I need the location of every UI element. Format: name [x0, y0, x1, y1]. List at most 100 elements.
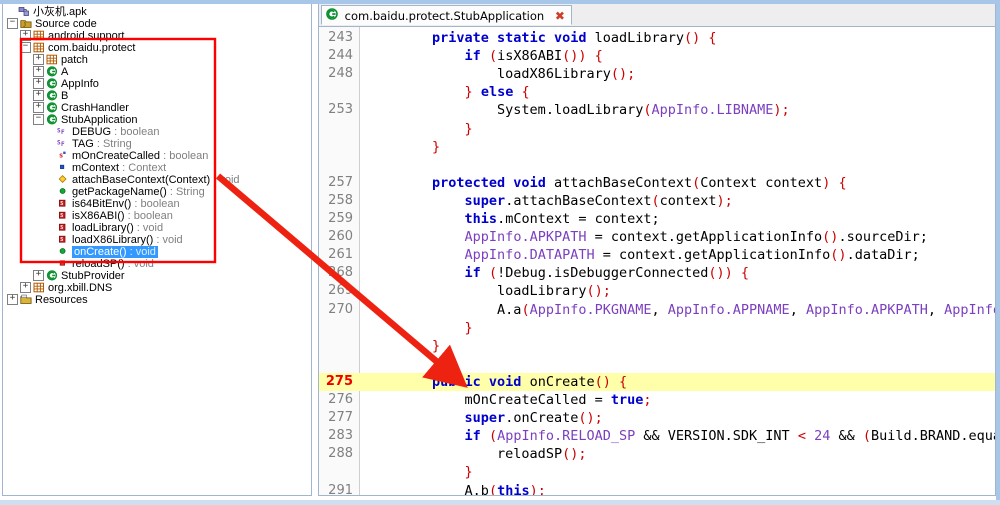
code-line[interactable]: 276 mOnCreateCalled = true;	[319, 391, 995, 409]
tree-guide	[46, 175, 55, 184]
svg-text:S: S	[60, 225, 63, 231]
code-line[interactable]: 261 AppInfo.DATAPATH = context.getApplic…	[319, 246, 995, 264]
source-tree-panel[interactable]: 小灰机.apk − J Source code + android.support − com…	[2, 4, 312, 496]
tree-guide	[46, 187, 55, 196]
code-line[interactable]: 258 super.attachBaseContext(context);	[319, 192, 995, 210]
code-line[interactable]	[319, 355, 995, 373]
tree-node-oncreate[interactable]: onCreate() : void	[3, 246, 158, 258]
tree-node-com-baidu-protect[interactable]: − com.baidu.protect	[3, 41, 135, 54]
tree-node-label: org.xbill.DNS	[48, 282, 113, 294]
expand-icon[interactable]: +	[33, 53, 44, 65]
code-line[interactable]: 244 if (isX86ABI()) {	[319, 47, 995, 65]
tree-node-label: Resources	[35, 294, 88, 306]
tree-node-attachbasecontext-context[interactable]: attachBaseContext(Context) : void	[3, 174, 240, 186]
code-line[interactable]: }	[319, 337, 995, 355]
code-line[interactable]: 257 protected void attachBaseContext(Con…	[319, 174, 995, 192]
expand-icon[interactable]: +	[33, 269, 44, 281]
tree-node-label: mOnCreateCalled : boolean	[72, 150, 209, 162]
code-line[interactable]: 277 super.onCreate();	[319, 409, 995, 427]
line-number: 253	[328, 102, 353, 118]
field-icon	[57, 162, 69, 173]
tree-node-label: reloadSP() : void	[72, 258, 154, 270]
code-text: if (isX86ABI()) {	[464, 48, 603, 65]
svg-text:F: F	[61, 141, 65, 148]
code-line[interactable]: 248 loadX86Library();	[319, 65, 995, 83]
tree-node-isx86abi[interactable]: SisX86ABI() : boolean	[3, 210, 173, 222]
tree-node-stubapplication[interactable]: − StubApplication	[3, 113, 137, 126]
code-line[interactable]: }	[319, 319, 995, 337]
line-number: 276	[328, 392, 353, 407]
tree-guide	[46, 163, 55, 172]
package-icon	[33, 30, 45, 41]
code-line[interactable]	[319, 156, 995, 174]
tree-node-label: mContext : Context	[72, 162, 167, 174]
tree-guide	[7, 7, 16, 16]
code-line[interactable]: 275 public void onCreate() {	[319, 372, 995, 391]
code-text: }	[464, 319, 473, 336]
tree-node-label: Source code	[35, 18, 97, 30]
tree-node-source-code[interactable]: − J Source code	[3, 17, 97, 30]
private-method-icon	[57, 258, 69, 269]
class-icon	[46, 89, 58, 101]
code-line[interactable]: 291 A.b(this);	[319, 482, 995, 496]
code-line[interactable]: }	[319, 138, 995, 156]
code-line[interactable]: 260 AppInfo.APKPATH = context.getApplica…	[319, 228, 995, 246]
code-line[interactable]: }	[319, 120, 995, 138]
code-line[interactable]: 243 private static void loadLibrary() {	[319, 29, 995, 47]
app-window: 小灰机.apk − J Source code + android.support − com…	[0, 0, 1000, 505]
tree-node-org-xbill-dns[interactable]: + org.xbill.DNS	[3, 281, 113, 294]
tree-node-loadx86library[interactable]: SloadX86Library() : void	[3, 234, 183, 246]
code-text: loadX86Library();	[497, 66, 636, 83]
collapse-icon[interactable]: −	[20, 41, 31, 53]
tree-node-debug[interactable]: S F DEBUG : boolean	[3, 126, 159, 138]
code-text: reloadSP();	[497, 446, 587, 463]
expand-icon[interactable]: +	[33, 89, 44, 101]
tree-node-is64bitenv[interactable]: Sis64BitEnv() : boolean	[3, 198, 180, 210]
code-line[interactable]: } else {	[319, 83, 995, 101]
tree-node-apk[interactable]: 小灰机.apk	[3, 6, 87, 18]
tree-node-label: B	[61, 90, 69, 102]
collapse-icon[interactable]: −	[33, 113, 44, 125]
code-line[interactable]: 288 reloadSP();	[319, 445, 995, 463]
code-line[interactable]: 268 if (!Debug.isDebuggerConnected()) {	[319, 264, 995, 282]
expand-icon[interactable]: +	[20, 281, 31, 293]
tree-node-label: patch	[61, 54, 88, 66]
line-number: 277	[328, 410, 353, 426]
protected-method-icon	[57, 174, 69, 185]
close-icon[interactable]: ✖	[555, 6, 565, 26]
tree-node-tag[interactable]: S F TAG : String	[3, 138, 132, 150]
line-number: 288	[328, 446, 353, 462]
code-line[interactable]: 259 this.mContext = context;	[319, 210, 995, 228]
tree-node-mcontext[interactable]: mContext : Context	[3, 162, 166, 174]
code-line[interactable]: }	[319, 463, 995, 481]
tree-node-getpackagename[interactable]: getPackageName() : String	[3, 186, 205, 198]
code-line[interactable]: 269 loadLibrary();	[319, 282, 995, 300]
expand-icon[interactable]: +	[33, 101, 44, 113]
code-text: loadLibrary();	[497, 283, 611, 300]
tree-node-patch[interactable]: + patch	[3, 53, 88, 66]
tree-node-crashhandler[interactable]: + CrashHandler	[3, 101, 129, 114]
code-view[interactable]: 243 private static void loadLibrary() {2…	[319, 27, 995, 495]
code-line[interactable]: 283 if (AppInfo.RELOAD_SP && VERSION.SDK…	[319, 427, 995, 445]
package-icon	[46, 54, 58, 65]
editor-tab-stubapplication[interactable]: com.baidu.protect.StubApplication ✖	[321, 5, 572, 25]
expand-icon[interactable]: +	[20, 29, 31, 41]
tree-node-appinfo[interactable]: + AppInfo	[3, 77, 99, 90]
collapse-icon[interactable]: −	[7, 17, 18, 29]
tree-node-resources[interactable]: + Resources	[3, 293, 88, 306]
editor-tab-label: com.baidu.protect.StubApplication	[344, 9, 545, 23]
package-icon	[33, 282, 45, 293]
code-line[interactable]: 270 A.a(AppInfo.PKGNAME, AppInfo.APPNAME…	[319, 301, 995, 319]
tree-node-loadlibrary[interactable]: SloadLibrary() : void	[3, 222, 163, 234]
expand-icon[interactable]: +	[33, 77, 44, 89]
code-text: } else {	[464, 84, 530, 101]
expand-icon[interactable]: +	[7, 293, 18, 305]
expand-icon[interactable]: +	[33, 65, 44, 77]
tree-node-reloadsp[interactable]: reloadSP() : void	[3, 258, 154, 270]
tree-node-label: is64BitEnv() : boolean	[72, 198, 180, 210]
tree-node-stubprovider[interactable]: + StubProvider	[3, 269, 125, 282]
tree-node-android-support[interactable]: + android.support	[3, 29, 124, 42]
line-number: 259	[328, 211, 353, 226]
code-line[interactable]: 253 System.loadLibrary(AppInfo.LIBNAME);	[319, 101, 995, 119]
tree-node-moncreatecalled[interactable]: s mOnCreateCalled : boolean	[3, 150, 208, 162]
